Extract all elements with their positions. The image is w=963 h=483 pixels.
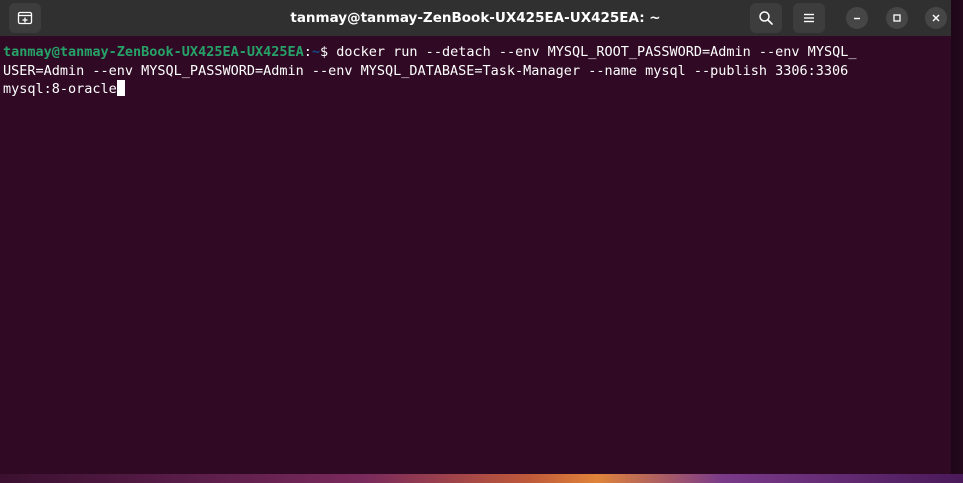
title-bar[interactable]: tanmay@tanmay-ZenBook-UX425EA-UX425EA: ~	[0, 0, 951, 36]
minimize-icon	[854, 17, 860, 20]
minimize-button[interactable]	[846, 7, 868, 29]
prompt-colon: :	[303, 44, 312, 60]
new-tab-button[interactable]	[9, 3, 41, 33]
terminal-window: tanmay@tanmay-ZenBook-UX425EA-UX425EA: ~	[0, 0, 951, 474]
close-icon	[932, 14, 940, 22]
text-cursor	[116, 80, 125, 96]
terminal-line-2: USER=Admin --env MYSQL_PASSWORD=Admin --…	[3, 62, 948, 81]
maximize-button[interactable]	[886, 7, 908, 29]
menu-button[interactable]	[793, 3, 825, 33]
prompt-path: ~	[311, 44, 321, 60]
new-tab-icon	[17, 11, 33, 25]
terminal-output[interactable]: tanmay@tanmay-ZenBook-UX425EA-UX425EA:~$…	[3, 43, 948, 471]
window-shadow	[951, 0, 963, 474]
maximize-icon	[893, 14, 901, 22]
hamburger-menu-icon	[804, 13, 814, 23]
search-icon	[759, 11, 773, 25]
close-button[interactable]	[925, 7, 947, 29]
command-text-line-2: USER=Admin --env MYSQL_PASSWORD=Admin --…	[3, 62, 849, 79]
command-text-line-1: docker run --detach --env MYSQL_ROOT_PAS…	[336, 44, 857, 60]
terminal-line-1: tanmay@tanmay-ZenBook-UX425EA-UX425EA:~$…	[3, 43, 948, 62]
command-text-line-3: mysql:8-oracle	[3, 81, 117, 97]
prompt-symbol: $	[320, 44, 337, 60]
desktop-wallpaper	[0, 474, 963, 483]
prompt-user-host: tanmay@tanmay-ZenBook-UX425EA-UX425EA	[3, 44, 304, 60]
terminal-line-3: mysql:8-oracle	[3, 80, 948, 99]
search-button[interactable]	[750, 3, 782, 33]
